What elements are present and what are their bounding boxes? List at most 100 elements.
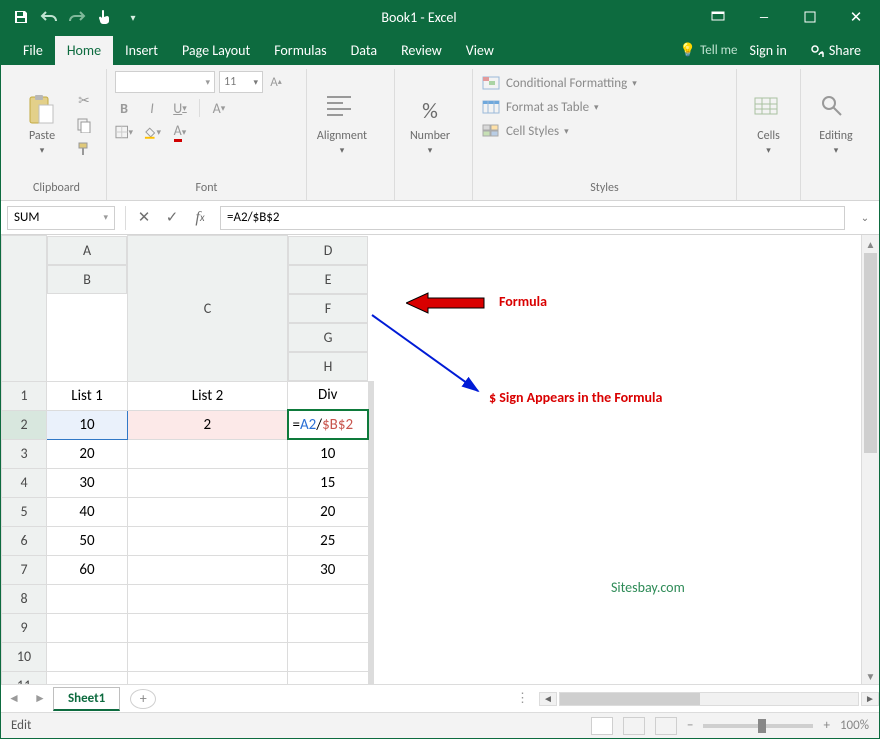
fill-color-icon[interactable]: ▾: [143, 123, 161, 141]
sheet-nav-prev-icon[interactable]: ◄: [1, 691, 27, 706]
page-break-view-icon[interactable]: [655, 717, 677, 735]
tab-page-layout[interactable]: Page Layout: [170, 36, 262, 65]
cell[interactable]: 20: [47, 439, 128, 468]
cell-c2-editing[interactable]: =A2/$B$2: [288, 410, 369, 439]
cell[interactable]: [288, 584, 369, 613]
cell[interactable]: [128, 555, 288, 584]
grid-table[interactable]: A B C D E F G H 1 List 1 List 2 Div 2 10…: [1, 235, 374, 685]
row-header[interactable]: 4: [2, 468, 47, 497]
font-color-icon[interactable]: A▾: [171, 123, 189, 141]
expand-fxbar-icon[interactable]: ⌄: [851, 206, 879, 230]
alignment-button[interactable]: Alignment▾: [315, 71, 369, 178]
vertical-scrollbar[interactable]: ▲ ▼: [861, 235, 879, 685]
cell-a2[interactable]: 10: [47, 410, 128, 439]
row-header[interactable]: 6: [2, 526, 47, 555]
row-header[interactable]: 10: [2, 642, 47, 671]
cell[interactable]: [373, 555, 374, 584]
format-as-table-button[interactable]: Format as Table▾: [481, 99, 637, 115]
cell[interactable]: [47, 671, 128, 685]
tab-data[interactable]: Data: [339, 36, 389, 65]
tab-view[interactable]: View: [454, 36, 506, 65]
font-select[interactable]: ▾: [115, 71, 215, 93]
maximize-icon[interactable]: [787, 1, 833, 33]
cancel-formula-icon[interactable]: ✕: [130, 206, 158, 230]
name-box[interactable]: SUM▾: [7, 206, 115, 230]
row-header[interactable]: 5: [2, 497, 47, 526]
cell[interactable]: 10: [288, 439, 369, 468]
cells-button[interactable]: Cells▾: [745, 71, 792, 178]
undo-icon[interactable]: [39, 7, 59, 27]
row-header[interactable]: 11: [2, 671, 47, 685]
number-button[interactable]: %Number▾: [403, 71, 457, 178]
cell-styles-button[interactable]: Cell Styles▾: [481, 123, 637, 139]
tab-home[interactable]: Home: [55, 36, 113, 65]
cell[interactable]: [373, 642, 374, 671]
col-header[interactable]: C: [128, 236, 288, 382]
cell[interactable]: [47, 613, 128, 642]
cell[interactable]: [373, 410, 374, 439]
cell[interactable]: [288, 642, 369, 671]
row-header[interactable]: 1: [2, 381, 47, 410]
cell[interactable]: [373, 526, 374, 555]
italic-icon[interactable]: I: [143, 99, 161, 117]
cell[interactable]: [128, 439, 288, 468]
qat-customize-icon[interactable]: ▾: [123, 7, 143, 27]
sign-in[interactable]: Sign in: [740, 36, 797, 65]
zoom-in-icon[interactable]: +: [823, 718, 829, 733]
paste-button[interactable]: Paste▾: [15, 71, 69, 178]
cell[interactable]: [47, 642, 128, 671]
cell[interactable]: 20: [288, 497, 369, 526]
cell[interactable]: [373, 439, 374, 468]
cell[interactable]: 15: [288, 468, 369, 497]
cell[interactable]: List 2: [128, 381, 288, 410]
horizontal-scrollbar[interactable]: ⋮ ◄ ►: [506, 690, 879, 708]
col-header[interactable]: E: [288, 265, 368, 294]
zoom-level[interactable]: 100%: [840, 718, 869, 733]
zoom-out-icon[interactable]: −: [687, 718, 693, 733]
close-icon[interactable]: ✕: [833, 1, 879, 33]
enter-formula-icon[interactable]: ✓: [158, 206, 186, 230]
borders-icon[interactable]: ▾: [115, 123, 133, 141]
cut-icon[interactable]: ✂: [75, 92, 93, 110]
sheet-nav-next-icon[interactable]: ►: [27, 691, 53, 706]
row-header[interactable]: 9: [2, 613, 47, 642]
cell[interactable]: [128, 526, 288, 555]
touchmode-icon[interactable]: [95, 7, 115, 27]
scroll-right-icon[interactable]: ►: [861, 692, 879, 706]
minimize-icon[interactable]: ─: [741, 1, 787, 33]
font-color-a-icon[interactable]: A▾: [210, 99, 228, 117]
cell-b2[interactable]: 2: [128, 410, 288, 439]
cell[interactable]: [373, 671, 374, 685]
cell[interactable]: [47, 584, 128, 613]
cell[interactable]: 30: [47, 468, 128, 497]
cell[interactable]: [373, 468, 374, 497]
underline-icon[interactable]: U▾: [171, 99, 189, 117]
sheet-tab[interactable]: Sheet1: [53, 687, 120, 711]
row-header[interactable]: 7: [2, 555, 47, 584]
font-size[interactable]: 11▾: [219, 71, 263, 93]
tell-me[interactable]: 💡 Tell me: [680, 43, 738, 58]
new-sheet-icon[interactable]: +: [130, 689, 156, 709]
save-icon[interactable]: [11, 7, 31, 27]
cell[interactable]: [373, 497, 374, 526]
col-header[interactable]: H: [288, 352, 368, 381]
row-header[interactable]: 8: [2, 584, 47, 613]
cell[interactable]: [128, 613, 288, 642]
cell[interactable]: [128, 584, 288, 613]
col-header[interactable]: B: [47, 265, 127, 294]
cell[interactable]: 25: [288, 526, 369, 555]
col-header[interactable]: G: [288, 323, 368, 352]
select-all-corner[interactable]: [2, 236, 47, 382]
copy-icon[interactable]: [75, 116, 93, 134]
bold-icon[interactable]: B: [115, 99, 133, 117]
cell[interactable]: [128, 468, 288, 497]
cell[interactable]: Div: [288, 381, 369, 410]
col-header[interactable]: D: [288, 236, 368, 265]
cell[interactable]: [128, 497, 288, 526]
conditional-formatting-button[interactable]: Conditional Formatting▾: [481, 75, 637, 91]
cell[interactable]: 50: [47, 526, 128, 555]
cell[interactable]: 60: [47, 555, 128, 584]
tab-review[interactable]: Review: [389, 36, 454, 65]
col-header[interactable]: F: [288, 294, 368, 323]
cell[interactable]: [373, 584, 374, 613]
